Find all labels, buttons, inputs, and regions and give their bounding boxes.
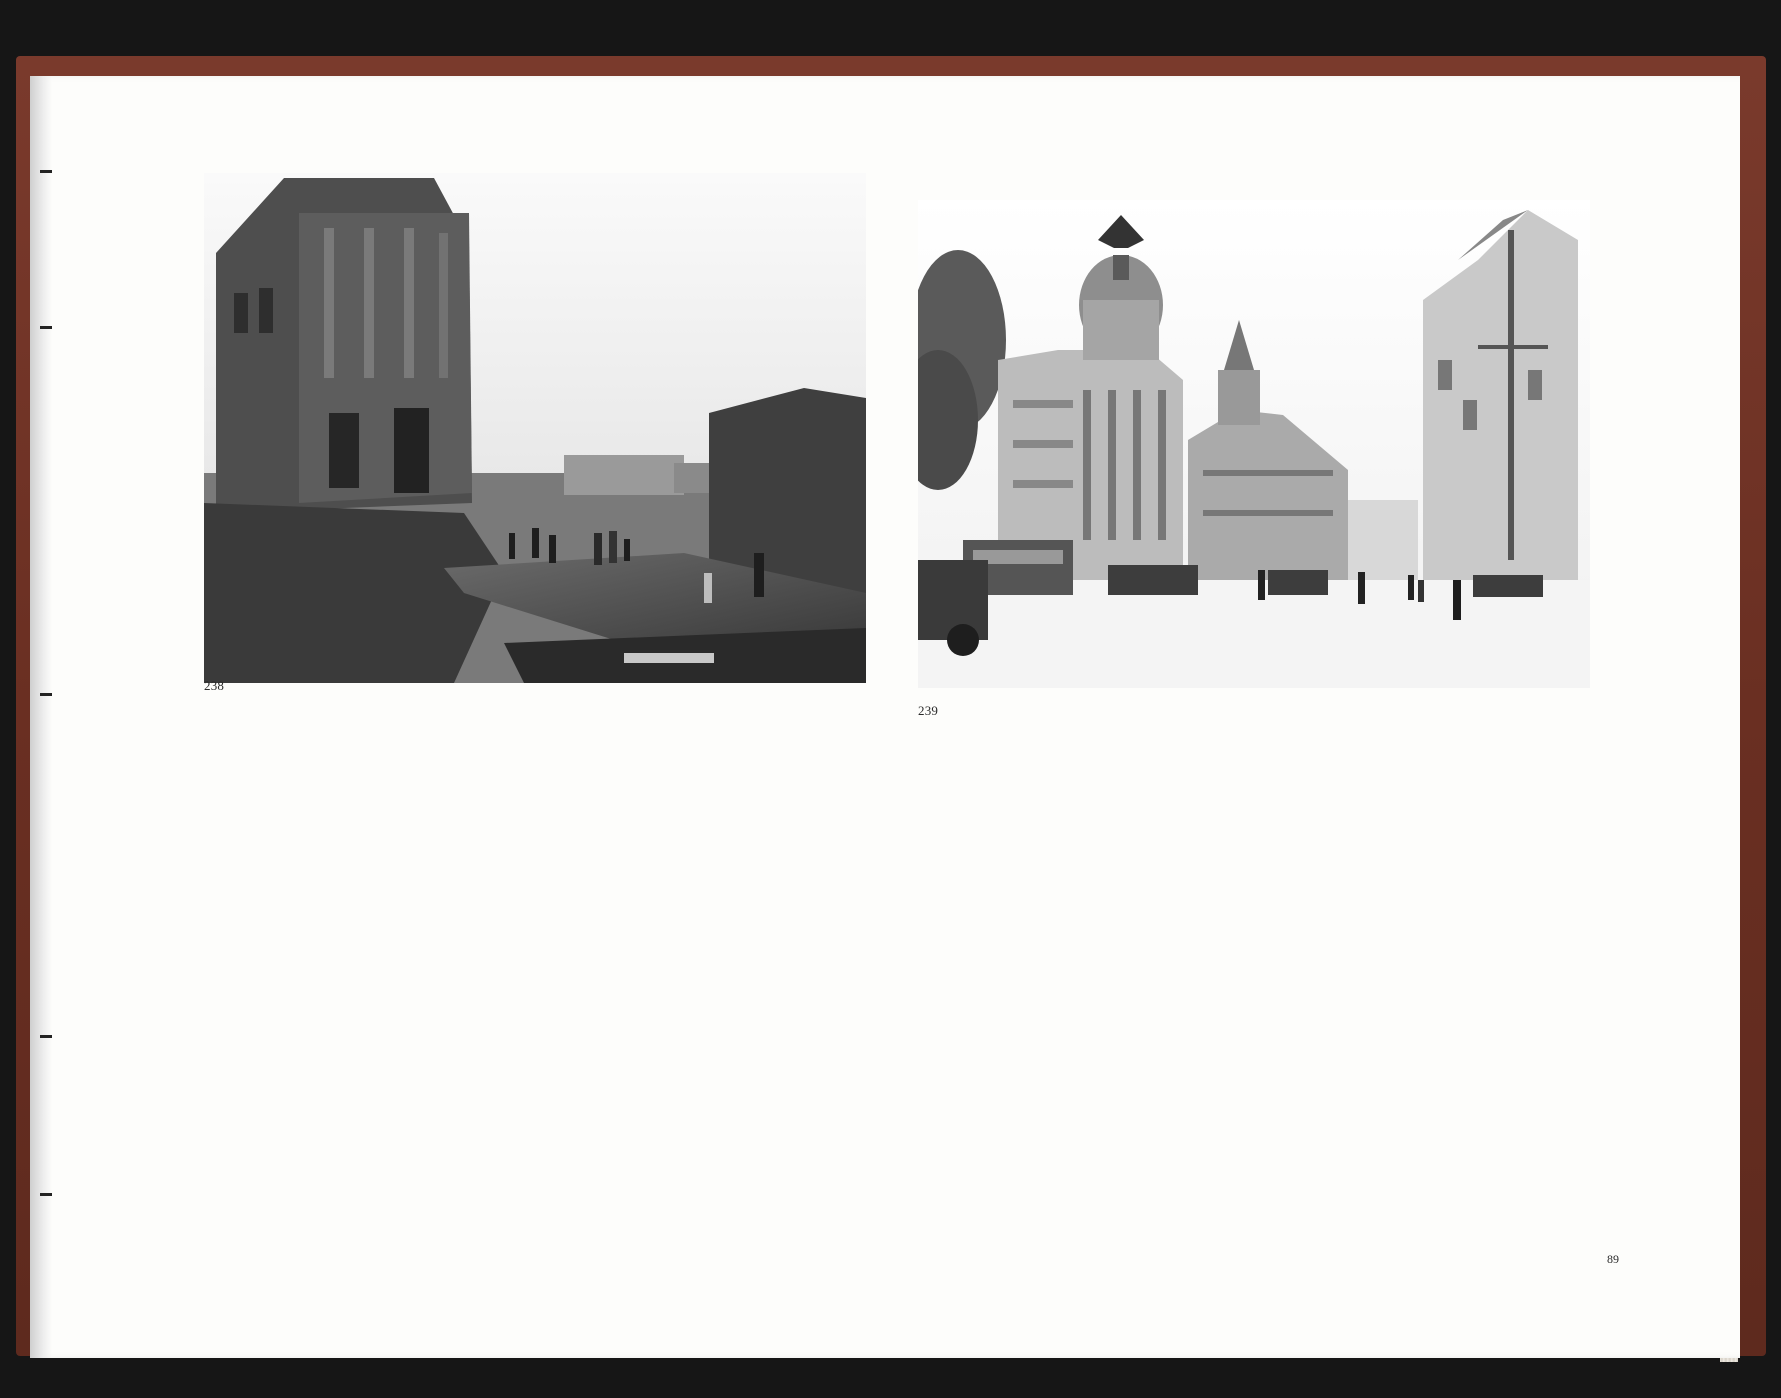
binding-mark bbox=[40, 170, 52, 173]
binding-mark bbox=[40, 326, 52, 329]
binding-mark bbox=[40, 693, 52, 696]
figure-number-239: 239 bbox=[918, 703, 939, 718]
page-number: 89 bbox=[1607, 1252, 1619, 1266]
binding-mark bbox=[40, 1193, 52, 1196]
page-gutter bbox=[30, 76, 52, 1358]
book-scan: 238 239 89 bbox=[0, 0, 1781, 1398]
figure-number-238: 238 bbox=[204, 678, 225, 693]
photo-238 bbox=[204, 173, 866, 683]
binding-mark bbox=[40, 1035, 52, 1038]
photo-239 bbox=[918, 200, 1590, 688]
